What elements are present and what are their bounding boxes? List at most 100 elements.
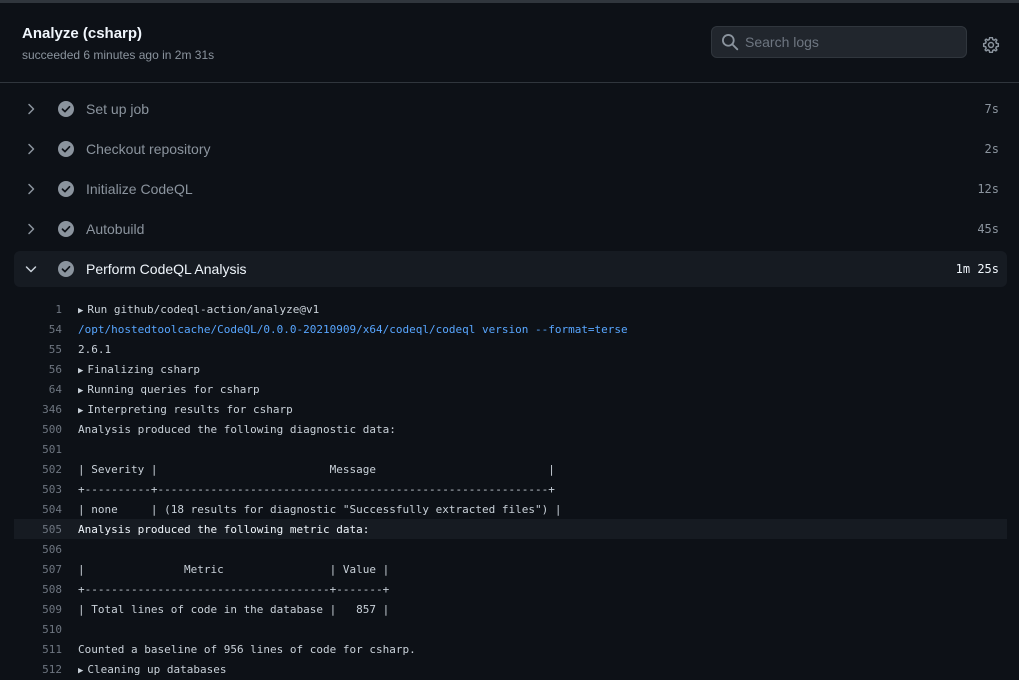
log-text: Analysis produced the following metric d… bbox=[78, 523, 369, 536]
log-group-line[interactable]: 64 ▶ Running queries for csharp bbox=[14, 379, 1007, 399]
log-text-content: 2.6.1 bbox=[78, 342, 112, 356]
log-text-content: +----------+----------------------------… bbox=[78, 482, 555, 496]
search-logs-box[interactable] bbox=[711, 26, 967, 58]
log-text: Analysis produced the following diagnost… bbox=[78, 423, 396, 436]
log-text: ▶ Interpreting results for csharp bbox=[78, 403, 293, 416]
log-line: 503 +----------+-------------------------… bbox=[14, 479, 1007, 499]
chevron-right-icon[interactable] bbox=[23, 181, 39, 197]
log-text: ▶ Run github/codeql-action/analyze@v1 bbox=[78, 303, 319, 316]
log-text: +----------+----------------------------… bbox=[78, 483, 555, 496]
line-number[interactable]: 506 bbox=[14, 543, 62, 556]
log-text-content: Counted a baseline of 956 lines of code … bbox=[78, 642, 416, 656]
line-number[interactable]: 511 bbox=[14, 643, 62, 656]
triangle-right-icon[interactable]: ▶ bbox=[78, 666, 83, 676]
triangle-right-icon[interactable]: ▶ bbox=[78, 406, 83, 416]
log-line: 55 2.6.1 bbox=[14, 339, 1007, 359]
log-line: 507 | Metric | Value | bbox=[14, 559, 1007, 579]
line-number[interactable]: 505 bbox=[14, 523, 62, 536]
check-circle-icon bbox=[58, 261, 74, 277]
chevron-right-icon[interactable] bbox=[23, 101, 39, 117]
log-line: 505 Analysis produced the following metri… bbox=[14, 519, 1007, 539]
step-row[interactable]: Initialize CodeQL 12s bbox=[14, 169, 1007, 209]
log-line: 511 Counted a baseline of 956 lines of co… bbox=[14, 639, 1007, 659]
log-text-content: | none | (18 results for diagnostic "Suc… bbox=[78, 502, 562, 516]
log-line: 501 bbox=[14, 439, 1007, 459]
gear-icon[interactable] bbox=[982, 36, 1000, 54]
line-number[interactable]: 346 bbox=[14, 403, 62, 416]
log-text: +-------------------------------------+-… bbox=[78, 583, 389, 596]
log-text: | Severity | Message | bbox=[78, 463, 555, 476]
log-text: | Total lines of code in the database | … bbox=[78, 603, 389, 616]
log-line: 500 Analysis produced the following diagn… bbox=[14, 419, 1007, 439]
step-name: Perform CodeQL Analysis bbox=[86, 261, 247, 277]
search-logs-input[interactable] bbox=[745, 34, 955, 50]
log-text-content: +-------------------------------------+-… bbox=[78, 582, 390, 596]
check-circle-icon bbox=[58, 101, 74, 117]
line-number[interactable]: 510 bbox=[14, 623, 62, 636]
triangle-right-icon[interactable]: ▶ bbox=[78, 306, 83, 316]
step-duration: 45s bbox=[977, 222, 999, 236]
log-text-content: Cleaning up databases bbox=[87, 662, 227, 676]
line-number[interactable]: 507 bbox=[14, 563, 62, 576]
chevron-down-icon[interactable] bbox=[23, 261, 39, 277]
line-number[interactable]: 55 bbox=[14, 343, 62, 356]
step-duration: 2s bbox=[984, 142, 999, 156]
line-number[interactable]: 509 bbox=[14, 603, 62, 616]
line-number[interactable]: 56 bbox=[14, 363, 62, 376]
search-icon bbox=[722, 34, 739, 51]
log-group-line[interactable]: 56 ▶ Finalizing csharp bbox=[14, 359, 1007, 379]
log-text: ▶ Cleaning up databases bbox=[78, 663, 227, 676]
job-status: succeeded 6 minutes ago in 2m 31s bbox=[22, 48, 215, 62]
line-number[interactable]: 502 bbox=[14, 463, 62, 476]
log-text: | none | (18 results for diagnostic "Suc… bbox=[78, 503, 561, 516]
job-title: Analyze (csharp) bbox=[22, 25, 143, 42]
line-number[interactable]: 64 bbox=[14, 383, 62, 396]
log-group-line[interactable]: 346 ▶ Interpreting results for csharp bbox=[14, 399, 1007, 419]
check-circle-icon bbox=[58, 141, 74, 157]
log-line: 508 +------------------------------------… bbox=[14, 579, 1007, 599]
log-text: ▶ Running queries for csharp bbox=[78, 383, 260, 396]
log-text-content: /opt/hostedtoolcache/CodeQL/0.0.0-202109… bbox=[78, 322, 628, 336]
step-name: Checkout repository bbox=[86, 141, 211, 157]
line-number[interactable]: 54 bbox=[14, 323, 62, 336]
log-text: | Metric | Value | bbox=[78, 563, 389, 576]
log-text-content: | Severity | Message | bbox=[78, 462, 555, 476]
log-group-line[interactable]: 512 ▶ Cleaning up databases bbox=[14, 659, 1007, 679]
log-text-content: | Total lines of code in the database | … bbox=[78, 602, 390, 616]
log-text: 2.6.1 bbox=[78, 343, 111, 356]
log-line: 510 bbox=[14, 619, 1007, 639]
log-text-content: Running queries for csharp bbox=[87, 382, 260, 396]
log-text-content: Analysis produced the following diagnost… bbox=[78, 422, 396, 436]
log-text-content: Run github/codeql-action/analyze@v1 bbox=[87, 302, 320, 316]
job-steps-list: Set up job 7s Checkout repository 2s Initial… bbox=[14, 89, 1007, 287]
log-text: /opt/hostedtoolcache/CodeQL/0.0.0-202109… bbox=[78, 323, 628, 336]
line-number[interactable]: 501 bbox=[14, 443, 62, 456]
log-text: Counted a baseline of 956 lines of code … bbox=[78, 643, 416, 656]
chevron-right-icon[interactable] bbox=[23, 141, 39, 157]
triangle-right-icon[interactable]: ▶ bbox=[78, 386, 83, 396]
line-number[interactable]: 504 bbox=[14, 503, 62, 516]
log-group-line[interactable]: 1 ▶ Run github/codeql-action/analyze@v1 bbox=[14, 299, 1007, 319]
line-number[interactable]: 503 bbox=[14, 483, 62, 496]
step-row[interactable]: Perform CodeQL Analysis 1m 25s bbox=[14, 251, 1007, 287]
log-line: 54/opt/hostedtoolcache/CodeQL/0.0.0-2021… bbox=[14, 319, 1007, 339]
log-line: 509 | Total lines of code in the database… bbox=[14, 599, 1007, 619]
line-number[interactable]: 500 bbox=[14, 423, 62, 436]
step-row[interactable]: Checkout repository 2s bbox=[14, 129, 1007, 169]
step-name: Autobuild bbox=[86, 221, 145, 237]
check-circle-icon bbox=[58, 221, 74, 237]
step-row[interactable]: Set up job 7s bbox=[14, 89, 1007, 129]
chevron-right-icon[interactable] bbox=[23, 221, 39, 237]
log-text-content: Finalizing csharp bbox=[87, 362, 201, 376]
step-duration: 7s bbox=[984, 102, 999, 116]
step-duration: 12s bbox=[977, 182, 999, 196]
log-text: ▶ Finalizing csharp bbox=[78, 363, 200, 376]
triangle-right-icon[interactable]: ▶ bbox=[78, 366, 83, 376]
line-number[interactable]: 512 bbox=[14, 663, 62, 676]
line-number[interactable]: 1 bbox=[14, 303, 62, 316]
log-line: 506 bbox=[14, 539, 1007, 559]
step-row[interactable]: Autobuild 45s bbox=[14, 209, 1007, 249]
line-number[interactable]: 508 bbox=[14, 583, 62, 596]
log-text-content: Interpreting results for csharp bbox=[87, 402, 293, 416]
step-log-output: 1 ▶ Run github/codeql-action/analyze@v1 54/… bbox=[14, 299, 1007, 679]
